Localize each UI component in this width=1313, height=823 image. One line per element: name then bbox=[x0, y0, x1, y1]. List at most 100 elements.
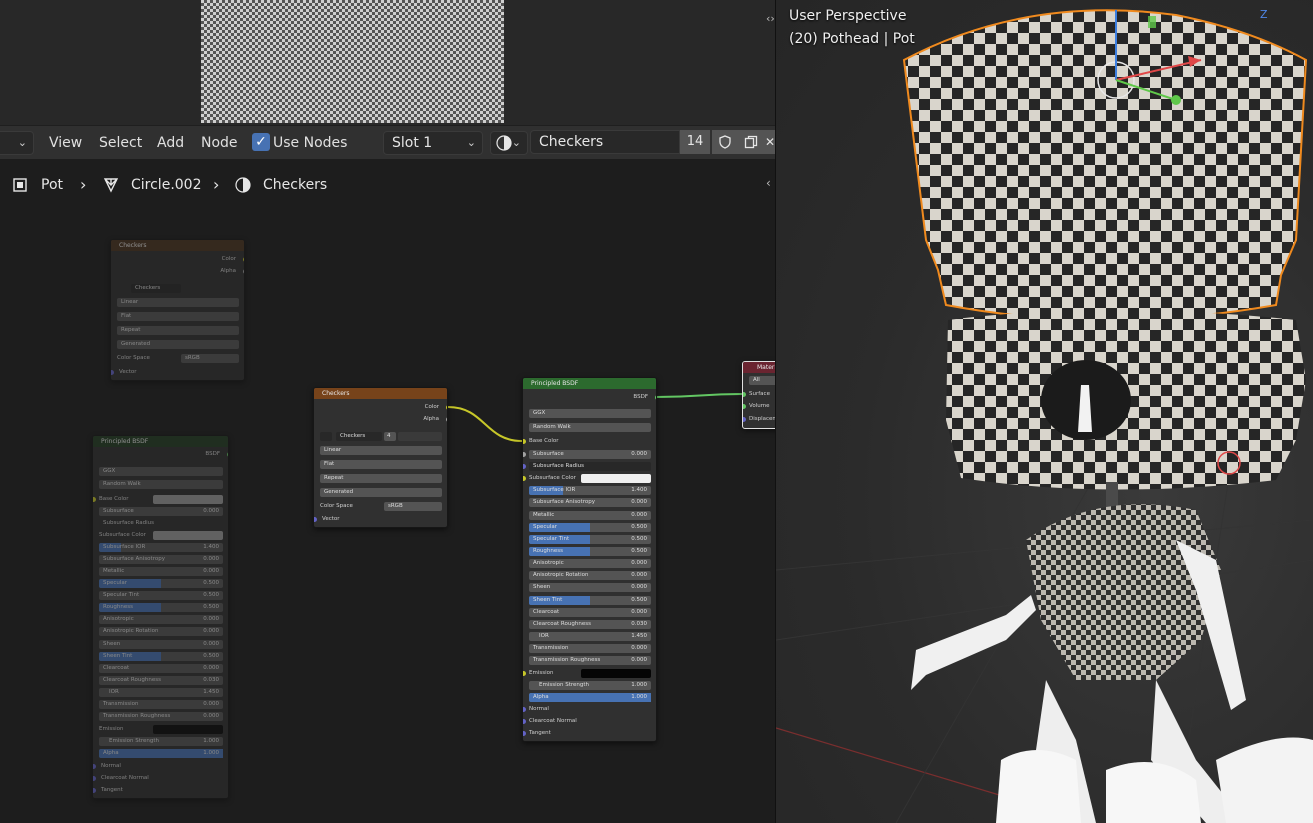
subsurface-ior-field[interactable]: Subsurface IOR 1.400 bbox=[529, 486, 651, 495]
ior-field[interactable]: IOR 1.450 bbox=[529, 632, 651, 641]
base-color-swatch[interactable] bbox=[153, 495, 223, 504]
3d-viewport[interactable]: User Perspective (20) Pothead | Pot Z bbox=[776, 0, 1313, 823]
slot-dropdown[interactable]: Slot 1 ⌄ bbox=[383, 131, 483, 155]
menu-view[interactable]: View bbox=[49, 132, 82, 154]
socket-color[interactable] bbox=[243, 257, 244, 262]
specular-field[interactable]: Specular 0.500 bbox=[529, 523, 651, 532]
source-dropdown[interactable]: Generated bbox=[117, 340, 239, 349]
viewport-object-info: (20) Pothead | Pot bbox=[789, 31, 915, 47]
clearcoat-field[interactable]: Clearcoat 0.000 bbox=[99, 664, 223, 673]
transmission-roughness-field[interactable]: Transmission Roughness 0.000 bbox=[529, 656, 651, 665]
image-name-field[interactable]: Checkers bbox=[131, 284, 181, 293]
transmission-field[interactable]: Transmission 0.000 bbox=[529, 644, 651, 653]
duplicate-material-button[interactable] bbox=[738, 130, 764, 154]
transmission-field[interactable]: Transmission 0.000 bbox=[99, 700, 223, 709]
close-icon: ✕ bbox=[764, 135, 776, 149]
emission-strength-field[interactable]: Emission Strength 1.000 bbox=[529, 681, 651, 690]
specular-tint-field[interactable]: Specular Tint 0.500 bbox=[99, 591, 223, 600]
output-alpha-label: Alpha bbox=[220, 268, 236, 274]
socket-subsurface[interactable] bbox=[523, 452, 526, 457]
socket-alpha[interactable] bbox=[446, 417, 447, 422]
subsurface-radius-label: Subsurface Radius bbox=[103, 520, 154, 526]
image-browse-button[interactable] bbox=[320, 432, 332, 441]
image-name-field[interactable]: Checkers bbox=[336, 432, 382, 441]
area-swap-icon[interactable]: ‹› bbox=[766, 12, 775, 25]
principled-bsdf-node-dim[interactable]: Principled BSDF BSDF GGX Random Walk Bas… bbox=[92, 435, 229, 799]
clearcoat-field[interactable]: Clearcoat 0.000 bbox=[529, 608, 651, 617]
roughness-field[interactable]: Roughness 0.500 bbox=[529, 547, 651, 556]
material-browse-dropdown[interactable]: ⌄ bbox=[490, 131, 528, 155]
checker-image-preview bbox=[201, 0, 504, 123]
use-nodes-label[interactable]: Use Nodes bbox=[273, 132, 347, 154]
sheen-field[interactable]: Sheen 0.000 bbox=[529, 583, 651, 592]
subsurface-anisotropy-field[interactable]: Subsurface Anisotropy 0.000 bbox=[529, 498, 651, 507]
transmission-roughness-field[interactable]: Transmission Roughness 0.000 bbox=[99, 712, 223, 721]
subsurface-field[interactable]: Subsurface 0.000 bbox=[529, 450, 651, 459]
image-actions[interactable] bbox=[398, 432, 442, 441]
menu-select[interactable]: Select bbox=[99, 132, 142, 154]
specular-tint-field[interactable]: Specular Tint 0.500 bbox=[529, 535, 651, 544]
socket-subsurface-radius[interactable] bbox=[523, 464, 526, 469]
menu-add[interactable]: Add bbox=[157, 132, 184, 154]
subsurface-ior-field[interactable]: Subsurface IOR 1.400 bbox=[99, 543, 223, 552]
emission-swatch[interactable] bbox=[581, 669, 651, 678]
emission-strength-field[interactable]: Emission Strength 1.000 bbox=[99, 737, 223, 746]
sheen-tint-field[interactable]: Sheen Tint 0.500 bbox=[529, 596, 651, 605]
clearcoat-roughness-field[interactable]: Clearcoat Roughness 0.030 bbox=[99, 676, 223, 685]
image-editor-area[interactable] bbox=[0, 0, 775, 125]
subsurface-method-dropdown[interactable]: Random Walk bbox=[99, 480, 223, 489]
axis-z-label[interactable]: Z bbox=[1260, 8, 1268, 21]
subsurface-anisotropy-field[interactable]: Subsurface Anisotropy 0.000 bbox=[99, 555, 223, 564]
image-texture-node[interactable]: Checkers Color Alpha Checkers 4 Linear F… bbox=[313, 387, 448, 528]
source-dropdown[interactable]: Generated bbox=[320, 488, 442, 497]
editor-type-dropdown[interactable]: ⌄ bbox=[0, 131, 34, 155]
material-name-field[interactable]: Checkers bbox=[530, 130, 680, 154]
sheen-field[interactable]: Sheen 0.000 bbox=[99, 640, 223, 649]
distribution-dropdown[interactable]: GGX bbox=[99, 467, 223, 476]
fake-user-button[interactable] bbox=[712, 130, 738, 154]
projection-dropdown[interactable]: Flat bbox=[117, 312, 239, 321]
clearcoat-normal-label: Clearcoat Normal bbox=[529, 718, 577, 724]
specular-field[interactable]: Specular 0.500 bbox=[99, 579, 223, 588]
metallic-field[interactable]: Metallic 0.000 bbox=[99, 567, 223, 576]
colorspace-dropdown[interactable]: sRGB bbox=[384, 502, 442, 511]
socket-bsdf[interactable] bbox=[227, 452, 228, 457]
anisotropic-rotation-field[interactable]: Anisotropic Rotation 0.000 bbox=[99, 627, 223, 636]
socket-alpha[interactable] bbox=[243, 269, 244, 274]
alpha-field[interactable]: Alpha 1.000 bbox=[529, 693, 651, 702]
interpolation-dropdown[interactable]: Linear bbox=[117, 298, 239, 307]
metallic-field[interactable]: Metallic 0.000 bbox=[529, 511, 651, 520]
image-texture-node-dim[interactable]: Checkers Color Alpha Checkers Linear Fla… bbox=[110, 239, 245, 381]
subsurface-field[interactable]: Subsurface 0.000 bbox=[99, 507, 223, 516]
sheen-tint-field[interactable]: Sheen Tint 0.500 bbox=[99, 652, 223, 661]
emission-swatch[interactable] bbox=[153, 725, 223, 734]
interpolation-dropdown[interactable]: Linear bbox=[320, 446, 442, 455]
anisotropic-field[interactable]: Anisotropic 0.000 bbox=[99, 615, 223, 624]
breadcrumb-object: Pot bbox=[41, 177, 63, 193]
image-users-count[interactable]: 4 bbox=[384, 432, 396, 441]
subsurface-method-dropdown[interactable]: Random Walk bbox=[529, 423, 651, 432]
distribution-dropdown[interactable]: GGX bbox=[529, 409, 651, 418]
principled-bsdf-node[interactable]: Principled BSDF BSDF GGX Random Walk Bas… bbox=[522, 377, 657, 742]
use-nodes-checkbox[interactable]: ✓ bbox=[252, 133, 270, 151]
sidebar-toggle-icon[interactable]: ‹ bbox=[766, 176, 771, 190]
subsurface-color-swatch[interactable] bbox=[153, 531, 223, 540]
socket-bsdf[interactable] bbox=[655, 395, 656, 400]
roughness-field[interactable]: Roughness 0.500 bbox=[99, 603, 223, 612]
tangent-label: Tangent bbox=[101, 787, 123, 793]
socket-color[interactable] bbox=[446, 405, 447, 410]
anisotropic-rotation-field[interactable]: Anisotropic Rotation 0.000 bbox=[529, 571, 651, 580]
anisotropic-field[interactable]: Anisotropic 0.000 bbox=[529, 559, 651, 568]
colorspace-dropdown[interactable]: sRGB bbox=[181, 354, 239, 363]
projection-dropdown[interactable]: Flat bbox=[320, 460, 442, 469]
extension-dropdown[interactable]: Repeat bbox=[117, 326, 239, 335]
extension-dropdown[interactable]: Repeat bbox=[320, 474, 442, 483]
clearcoat-roughness-field[interactable]: Clearcoat Roughness 0.030 bbox=[529, 620, 651, 629]
menu-node[interactable]: Node bbox=[201, 132, 238, 154]
subsurface-color-swatch[interactable] bbox=[581, 474, 651, 483]
subsurface-radius-dropdown[interactable]: Subsurface Radius bbox=[529, 462, 651, 471]
material-user-count[interactable]: 14 bbox=[680, 130, 710, 154]
ior-field[interactable]: IOR 1.450 bbox=[99, 688, 223, 697]
output-alpha-label: Alpha bbox=[423, 416, 439, 422]
alpha-field[interactable]: Alpha 1.000 bbox=[99, 749, 223, 758]
